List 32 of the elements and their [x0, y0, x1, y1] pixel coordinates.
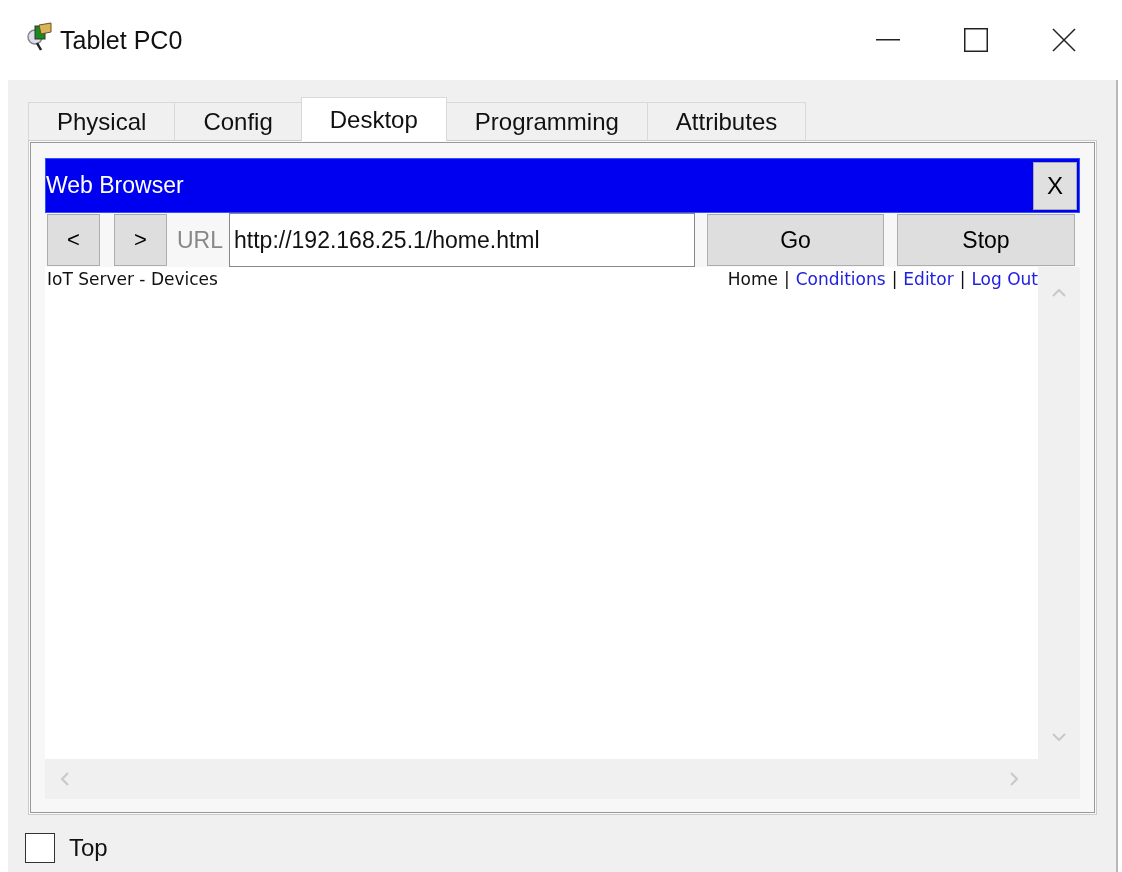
tablet-magnifier-icon — [26, 22, 52, 52]
nav-link[interactable]: Log Out — [971, 269, 1038, 289]
browser-title: Web Browser — [46, 172, 184, 199]
tab[interactable]: Attributes — [646, 102, 807, 140]
separator: | — [783, 269, 790, 289]
back-button[interactable]: < — [47, 214, 100, 266]
page-title: IoT Server - Devices — [47, 269, 218, 289]
scroll-left-icon[interactable] — [61, 772, 69, 786]
separator: | — [959, 269, 966, 289]
url-label: URL — [177, 226, 223, 254]
maximize-icon[interactable] — [964, 28, 988, 52]
stop-button[interactable]: Stop — [897, 214, 1075, 266]
checkbox[interactable] — [25, 833, 55, 863]
scroll-down-icon[interactable] — [1052, 733, 1066, 741]
vertical-scrollbar[interactable] — [1038, 267, 1080, 759]
tab[interactable]: Physical — [28, 102, 176, 140]
checkbox-label: Top — [69, 834, 108, 862]
close-button[interactable]: X — [1033, 161, 1077, 210]
window-title: Tablet PC0 — [60, 25, 183, 55]
tab[interactable]: Desktop — [300, 97, 447, 141]
go-button[interactable]: Go — [707, 214, 884, 266]
forward-button[interactable]: > — [114, 214, 167, 266]
nav-link[interactable]: Home — [727, 269, 778, 289]
scroll-up-icon[interactable] — [1052, 289, 1066, 297]
nav-link[interactable]: Conditions — [795, 269, 886, 289]
url-field[interactable]: http://192.168.25.1/home.html — [229, 213, 695, 267]
horizontal-scrollbar[interactable] — [45, 759, 1080, 799]
minimize-icon[interactable] — [876, 39, 900, 41]
close-icon[interactable] — [1052, 28, 1076, 52]
scroll-right-icon[interactable] — [1010, 772, 1018, 786]
separator: | — [891, 269, 898, 289]
nav-link[interactable]: Editor — [903, 269, 954, 289]
